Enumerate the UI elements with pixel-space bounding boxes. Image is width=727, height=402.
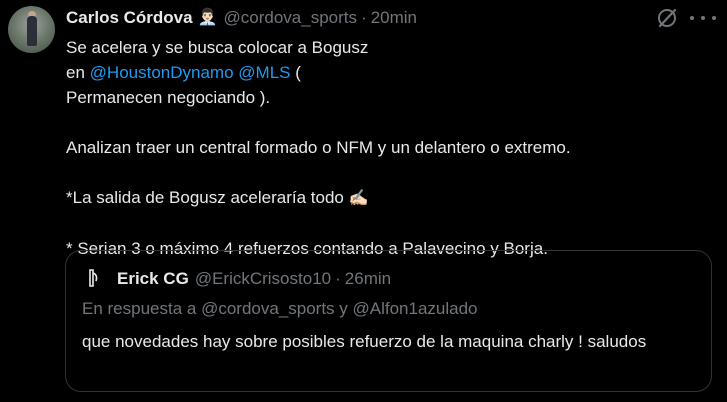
- tweet-paragraph-3: *La salida de Bogusz aceleraría todo ✍🏻: [66, 185, 706, 211]
- tweet-line-2: Permanecen negociando ).: [66, 88, 271, 107]
- quoted-author-handle[interactable]: @ErickCrisosto10: [195, 269, 331, 289]
- mention-mls[interactable]: @MLS: [238, 63, 290, 82]
- poland-flag-icon: [375, 41, 397, 55]
- avatar[interactable]: [8, 6, 55, 53]
- grok-icon[interactable]: [656, 7, 678, 29]
- more-options-icon[interactable]: [690, 10, 716, 26]
- writing-hand-icon: ✍🏻: [348, 190, 369, 207]
- quoted-text: que novedades hay sobre posibles refuerz…: [82, 332, 647, 351]
- quoted-tweet[interactable]: Erick CG @ErickCrisosto10 · 26min En res…: [65, 250, 712, 392]
- quoted-separator-dot: ·: [335, 269, 341, 288]
- quoted-avatar-icon[interactable]: [84, 267, 104, 287]
- separator-dot: ·: [361, 8, 367, 27]
- tweet-paragraph-2: Analizan traer un central formado o NFM …: [66, 138, 571, 157]
- tweet-header: Carlos Córdova 👨🏻‍💼 @cordova_sports · 20…: [66, 7, 417, 29]
- mention-houstondynamo[interactable]: @HoustonDynamo: [90, 63, 234, 82]
- quoted-header: Erick CG @ErickCrisosto10 · 26min: [117, 268, 391, 290]
- person-emoji-icon: 👨🏻‍💼: [197, 9, 218, 26]
- tweet-line-1: Se acelera y se busca colocar a Bogusz: [66, 35, 706, 60]
- quoted-author-name[interactable]: Erick CG: [117, 269, 189, 289]
- tweet-body: Se acelera y se busca colocar a Bogusz e…: [66, 35, 706, 261]
- replying-to-label: En respuesta a @cordova_sports y @Alfon1…: [82, 299, 478, 318]
- quoted-timestamp[interactable]: 26min: [345, 269, 391, 289]
- author-handle[interactable]: @cordova_sports: [224, 8, 358, 28]
- tweet[interactable]: Carlos Córdova 👨🏻‍💼 @cordova_sports · 20…: [0, 0, 727, 402]
- author-display-name[interactable]: Carlos Córdova: [66, 8, 193, 28]
- tweet-timestamp[interactable]: 20min: [371, 8, 417, 28]
